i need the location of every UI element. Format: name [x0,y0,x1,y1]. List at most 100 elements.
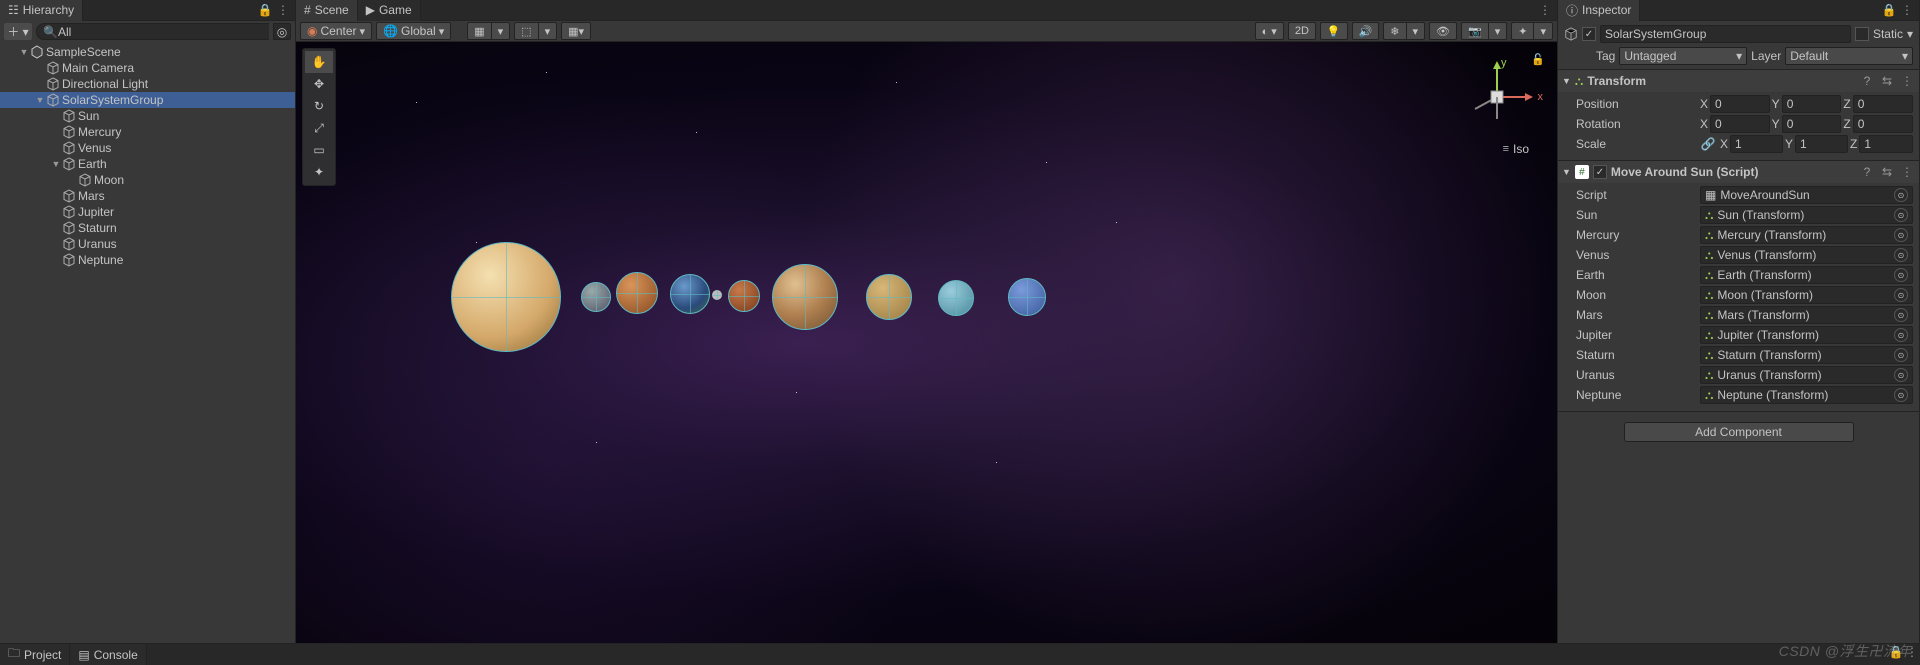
hierarchy-menu-icon[interactable]: ⋮ [275,2,291,18]
move-tool[interactable]: ✥ [305,73,333,95]
transform-header[interactable]: ▼ ⛬ Transform ? ⇆ ⋮ [1558,70,1919,92]
hierarchy-item-solarsystemgroup[interactable]: ▼SolarSystemGroup [0,92,295,108]
object-picker[interactable]: ⊙ [1894,388,1908,402]
handle-button[interactable]: 🌐Global ▾ [376,22,451,40]
hierarchy-item-uranus[interactable]: Uranus [0,236,295,252]
hierarchy-item-neptune[interactable]: Neptune [0,252,295,268]
projection-toggle[interactable]: ≡ Iso [1503,142,1529,156]
active-checkbox[interactable]: ✓ [1582,27,1596,41]
grid-snap-menu[interactable]: ▾ [491,22,511,40]
ref-field-earth[interactable]: ⛬Earth (Transform)⊙ [1700,266,1913,284]
rotation-y-input[interactable] [1782,115,1842,133]
visibility-button[interactable]: 👁 [1429,22,1457,40]
rotation-x-input[interactable] [1710,115,1770,133]
lighting-button[interactable]: 💡 [1320,22,1348,40]
transform-tool[interactable]: ✦ [305,161,333,183]
pivot-button[interactable]: ◉Center ▾ [300,22,372,40]
script-menu-icon[interactable]: ⋮ [1899,164,1915,180]
orientation-gizmo[interactable]: y x 🔓 [1457,57,1537,137]
scale-z-input[interactable] [1859,135,1913,153]
object-picker[interactable]: ⊙ [1894,328,1908,342]
rotate-tool[interactable]: ↻ [305,95,333,117]
scale-x-input[interactable] [1730,135,1783,153]
gizmos-button[interactable]: ✦ [1511,22,1533,40]
increment-snap-button[interactable]: ⬚ [514,22,537,40]
scene-viewport[interactable]: ✋ ✥ ↻ ⤢ ▭ ✦ y x 🔓 [296,42,1557,643]
ref-field-mars[interactable]: ⛬Mars (Transform)⊙ [1700,306,1913,324]
object-picker[interactable]: ⊙ [1894,208,1908,222]
grid-snap-button[interactable]: ▦ [467,22,490,40]
ref-field-neptune[interactable]: ⛬Neptune (Transform)⊙ [1700,386,1913,404]
planet-earth[interactable] [670,274,710,314]
hierarchy-item-jupiter[interactable]: Jupiter [0,204,295,220]
hierarchy-item-venus[interactable]: Venus [0,140,295,156]
search-mode-button[interactable]: ◎ [273,23,291,40]
scene-menu-icon[interactable]: ⋮ [1537,2,1553,18]
tag-dropdown[interactable]: Untagged▾ [1619,47,1747,65]
planet-moon[interactable] [712,290,722,300]
ref-field-sun[interactable]: ⛬Sun (Transform)⊙ [1700,206,1913,224]
console-tab[interactable]: ▤Console [70,644,146,665]
ref-field-jupiter[interactable]: ⛬Jupiter (Transform)⊙ [1700,326,1913,344]
gizmo-lock-icon[interactable]: 🔓 [1531,53,1545,66]
planet-neptune[interactable] [1008,278,1046,316]
camera-menu[interactable]: ▾ [1488,22,1508,40]
hand-tool[interactable]: ✋ [305,51,333,73]
position-x-input[interactable] [1710,95,1770,113]
transform-help-icon[interactable]: ? [1859,73,1875,89]
expand-arrow[interactable]: ▼ [34,95,46,105]
audio-button[interactable]: 🔊 [1352,22,1380,40]
scale-tool[interactable]: ⤢ [305,117,333,139]
hierarchy-item-mercury[interactable]: Mercury [0,124,295,140]
hierarchy-search-input[interactable]: 🔍 All [36,23,269,40]
transform-preset-icon[interactable]: ⇆ [1879,73,1895,89]
planet-saturn[interactable] [866,274,912,320]
hierarchy-item-sun[interactable]: Sun [0,108,295,124]
script-preset-icon[interactable]: ⇆ [1879,164,1895,180]
inspector-tab[interactable]: ⓘInspector [1558,0,1640,21]
rotation-z-input[interactable] [1853,115,1913,133]
increment-snap-menu[interactable]: ▾ [538,22,558,40]
static-dropdown[interactable]: ▾ [1907,27,1913,41]
hierarchy-item-samplescene[interactable]: ▼SampleScene [0,44,295,60]
rect-tool[interactable]: ▭ [305,139,333,161]
planet-venus[interactable] [616,272,658,314]
scale-link-icon[interactable]: 🔗 [1700,136,1716,152]
planet-sun[interactable] [451,242,561,352]
inspector-menu-icon[interactable]: ⋮ [1899,2,1915,18]
planet-uranus[interactable] [938,280,974,316]
hierarchy-lock-icon[interactable]: 🔒 [257,2,273,18]
ref-field-venus[interactable]: ⛬Venus (Transform)⊙ [1700,246,1913,264]
planet-mars[interactable] [728,280,760,312]
expand-arrow[interactable]: ▼ [18,47,30,57]
gizmos-menu[interactable]: ▾ [1533,22,1553,40]
hierarchy-item-staturn[interactable]: Staturn [0,220,295,236]
create-button[interactable]: ＋ ▾ [4,23,32,40]
script-enabled-checkbox[interactable]: ✓ [1593,165,1607,179]
object-picker[interactable]: ⊙ [1894,288,1908,302]
hierarchy-item-main-camera[interactable]: Main Camera [0,60,295,76]
static-checkbox[interactable] [1855,27,1869,41]
script-help-icon[interactable]: ? [1859,164,1875,180]
planet-jupiter[interactable] [772,264,838,330]
ref-field-staturn[interactable]: ⛬Staturn (Transform)⊙ [1700,346,1913,364]
object-picker[interactable]: ⊙ [1894,308,1908,322]
hierarchy-item-mars[interactable]: Mars [0,188,295,204]
ref-field-moon[interactable]: ⛬Moon (Transform)⊙ [1700,286,1913,304]
gameobject-name-input[interactable] [1600,25,1851,43]
project-tab[interactable]: 🗀Project [0,644,70,665]
transform-menu-icon[interactable]: ⋮ [1899,73,1915,89]
add-component-button[interactable]: Add Component [1624,422,1854,442]
position-z-input[interactable] [1853,95,1913,113]
scene-tab[interactable]: #Scene [296,0,358,21]
expand-arrow[interactable]: ▼ [50,159,62,169]
planet-mercury[interactable] [581,282,611,312]
fx-menu[interactable]: ▾ [1406,22,1426,40]
hierarchy-item-earth[interactable]: ▼Earth [0,156,295,172]
2d-button[interactable]: 2D [1288,22,1316,40]
object-picker[interactable]: ⊙ [1894,348,1908,362]
script-picker[interactable]: ⊙ [1894,188,1908,202]
inspector-lock-icon[interactable]: 🔒 [1881,2,1897,18]
hierarchy-tab[interactable]: ☷ Hierarchy [0,0,83,21]
layer-dropdown[interactable]: Default▾ [1785,47,1913,65]
